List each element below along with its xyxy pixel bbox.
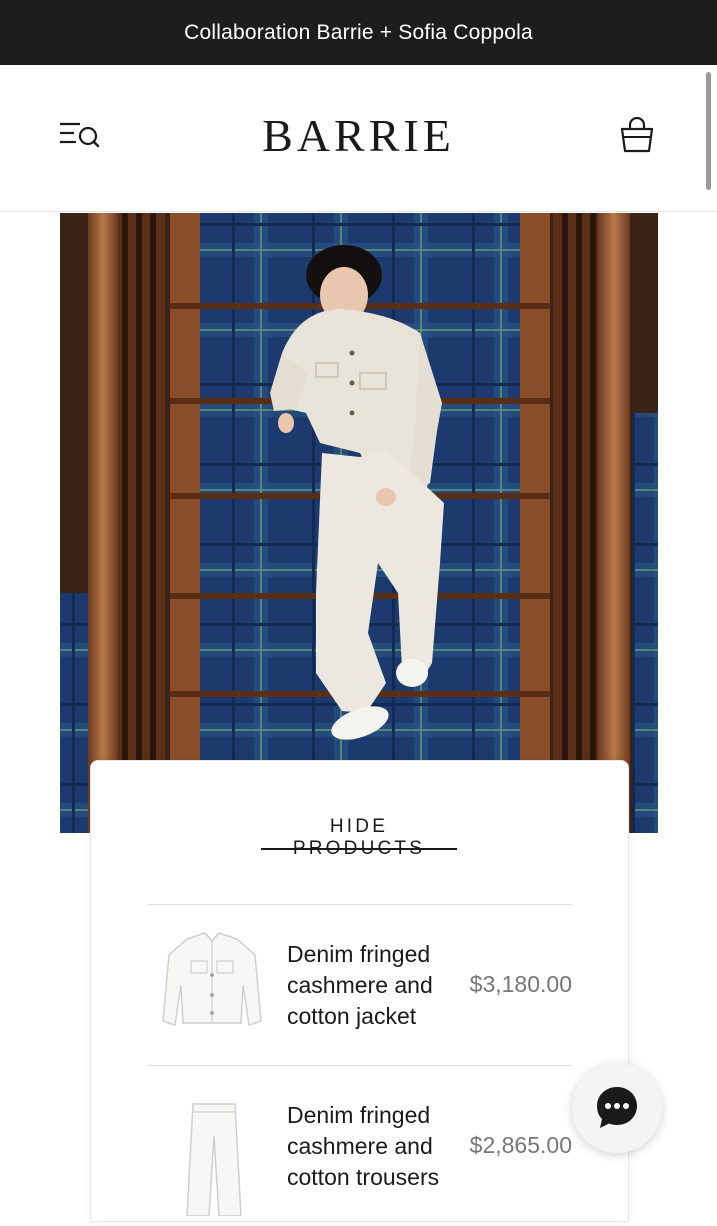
announcement-bar[interactable]: Collaboration Barrie + Sofia Coppola (0, 0, 717, 65)
white-trousers-image (157, 1086, 267, 1217)
product-price: $2,865.00 (469, 1132, 572, 1158)
scrollbar[interactable] (706, 72, 711, 190)
hero-image (60, 213, 658, 833)
product-price: $3,180.00 (469, 971, 572, 997)
announcement-text: Collaboration Barrie + Sofia Coppola (184, 20, 533, 44)
shopping-bag-button[interactable] (618, 115, 656, 157)
hide-products-button[interactable]: HIDE PRODUCTS (261, 816, 457, 859)
hero-photo-illustration (60, 213, 658, 833)
white-jacket-image (157, 925, 267, 1045)
product-item-trousers[interactable]: Denim fringed cashmere and cotton trouse… (147, 1066, 572, 1226)
brand-logo[interactable]: BARRIE (0, 109, 717, 162)
product-name: Denim fringed cashmere and cotton jacket (287, 941, 433, 1029)
chat-button[interactable] (572, 1063, 662, 1153)
product-name: Denim fringed cashmere and cotton trouse… (287, 1102, 440, 1190)
product-item-jacket[interactable]: Denim fringed cashmere and cotton jacket… (147, 905, 572, 1065)
chat-bubble-icon (597, 1087, 637, 1128)
shopping-bag-icon (620, 116, 654, 153)
shop-the-look-panel: HIDE PRODUCTS Denim fringed cashmere and… (90, 760, 629, 1222)
site-header: BARRIE (0, 65, 717, 212)
